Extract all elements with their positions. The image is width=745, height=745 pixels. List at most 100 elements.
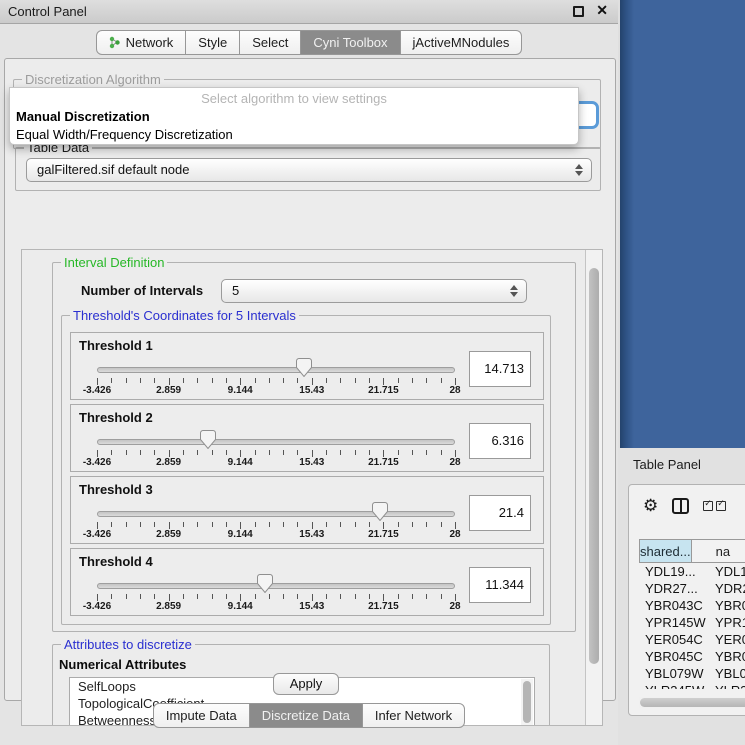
screenshot-stage: Control Panel ✕ Network Style SelectCyni T…	[0, 0, 745, 745]
control-panel-titlebar: Control Panel ✕	[0, 0, 618, 24]
threshold-3-tick-labels: -3.4262.8599.14415.4321.71528	[97, 529, 455, 541]
tab-discretize-data[interactable]: Discretize Data	[249, 703, 363, 728]
tab-label: jActiveMNodules	[413, 35, 510, 50]
column-header-name[interactable]: na	[692, 540, 745, 562]
threshold-3-slider-thumb[interactable]	[372, 502, 388, 521]
cell-shared-name[interactable]: YBR043C	[639, 597, 711, 614]
split-table-icon[interactable]	[672, 498, 689, 514]
threshold-4-slider-track[interactable]	[97, 583, 455, 589]
cell-name[interactable]: YDR2	[711, 580, 745, 597]
tab-infer-network[interactable]: Infer Network	[362, 703, 465, 728]
cell-name[interactable]: YBR0	[711, 597, 745, 614]
threshold-2-label: Threshold 2	[79, 410, 153, 425]
combo-arrows-icon	[574, 163, 583, 177]
tab-jactivemnodules[interactable]: jActiveMNodules	[400, 30, 523, 55]
threshold-3-ticks	[97, 522, 455, 529]
threshold-4-slider-thumb[interactable]	[257, 574, 273, 593]
node-table[interactable]: shared... na YDL19...YDL1YDR27...YDR2YBR…	[639, 539, 745, 689]
tab-label: Impute Data	[166, 708, 237, 723]
threshold-2-row: Threshold 2 -3.4262.8599.14415.4321.7152…	[70, 404, 544, 472]
threshold-1-ticks	[97, 378, 455, 385]
tab-impute-data[interactable]: Impute Data	[153, 703, 250, 728]
cyni-mode-tabs: Impute Data Discretize Data Infer Network	[0, 703, 618, 728]
settings-scrollpane: Interval Definition Number of Intervals …	[21, 249, 603, 726]
gear-icon[interactable]: ⚙	[643, 497, 658, 514]
table-panel-section: Table Panel ⚙ shared... na YDL19...YDL1Y…	[618, 448, 745, 745]
threshold-2-slider-thumb[interactable]	[200, 430, 216, 449]
table-row[interactable]: YBR045CYBR0	[639, 648, 745, 665]
threshold-4-row: Threshold 4 -3.4262.8599.14415.4321.7152…	[70, 548, 544, 616]
tab-network[interactable]: Network	[96, 30, 187, 55]
threshold-3-slider-track[interactable]	[97, 511, 455, 517]
table-row[interactable]: YER054CYER0	[639, 631, 745, 648]
cell-shared-name[interactable]: YDL19...	[639, 563, 711, 580]
algorithm-placeholder-item: Select algorithm to view settings	[10, 91, 578, 106]
cell-shared-name[interactable]: YBR045C	[639, 648, 711, 665]
network-view-panel: GAL80 GA C GAL11 GAL4 GCY1 H HAP2	[620, 0, 745, 448]
cell-shared-name[interactable]: YDR27...	[639, 580, 711, 597]
algorithm-dropdown-popup: Select algorithm to view settings Manual…	[9, 87, 579, 145]
table-row[interactable]: YBR043CYBR0	[639, 597, 745, 614]
column-checkboxes	[703, 501, 726, 511]
tab-style[interactable]: Style	[185, 30, 240, 55]
table-row[interactable]: YPR145WYPR1	[639, 614, 745, 631]
apply-button[interactable]: Apply	[273, 673, 339, 695]
table-horizontal-scrollbar[interactable]	[639, 697, 745, 708]
control-panel-tabs: Network Style SelectCyni Toolbox jActiveMNo…	[0, 30, 618, 55]
tab-label: Discretize Data	[262, 708, 350, 723]
threshold-3-label: Threshold 3	[79, 482, 153, 497]
table-row[interactable]: YDR27...YDR2	[639, 580, 745, 597]
float-window-icon[interactable]	[573, 6, 584, 17]
threshold-4-value-field[interactable]: 11.344	[469, 567, 531, 603]
thresholds-group: Threshold's Coordinates for 5 Intervals …	[61, 315, 551, 625]
close-icon[interactable]: ✕	[596, 2, 608, 19]
table-toolbar: ⚙	[643, 497, 726, 514]
threshold-3-value-field[interactable]: 21.4	[469, 495, 531, 531]
threshold-2-slider-track[interactable]	[97, 439, 455, 445]
tab-label: Style	[198, 35, 227, 50]
tab-label: Network	[126, 35, 174, 50]
cell-shared-name[interactable]: YLR345W	[639, 682, 711, 689]
interval-definition-title: Interval Definition	[61, 255, 167, 270]
cell-name[interactable]: YER0	[711, 631, 745, 648]
number-of-intervals-combobox[interactable]: 5	[221, 279, 527, 303]
threshold-1-row: Threshold 1 -3.4262.8599.14415.4321.7152…	[70, 332, 544, 400]
tab-cyni-toolbox[interactable]: Cyni Toolbox	[300, 30, 400, 55]
threshold-4-label: Threshold 4	[79, 554, 153, 569]
settings-vertical-scrollbar[interactable]	[585, 250, 602, 725]
checkbox-icon[interactable]	[703, 501, 713, 511]
combo-arrows-icon	[509, 284, 518, 298]
algorithm-option-equal-width[interactable]: Equal Width/Frequency Discretization	[16, 127, 233, 142]
threshold-1-slider-track[interactable]	[97, 367, 455, 373]
network-icon	[109, 36, 121, 49]
cell-name[interactable]: YBR0	[711, 648, 745, 665]
table-row[interactable]: YBL079WYBL0	[639, 665, 745, 682]
threshold-1-slider-thumb[interactable]	[296, 358, 312, 377]
threshold-2-ticks	[97, 450, 455, 457]
tab-select[interactable]: Select	[239, 30, 301, 55]
threshold-1-value-field[interactable]: 14.713	[469, 351, 531, 387]
cell-shared-name[interactable]: YBL079W	[639, 665, 711, 682]
cell-name[interactable]: YDL1	[711, 563, 745, 580]
control-panel-title: Control Panel	[8, 0, 87, 23]
algorithm-option-manual[interactable]: Manual Discretization	[16, 109, 150, 124]
threshold-4-tick-labels: -3.4262.8599.14415.4321.71528	[97, 601, 455, 613]
cell-shared-name[interactable]: YPR145W	[639, 614, 711, 631]
thresholds-group-title: Threshold's Coordinates for 5 Intervals	[70, 308, 299, 323]
cell-name[interactable]: YBL0	[711, 665, 745, 682]
table-body: YDL19...YDL1YDR27...YDR2YBR043CYBR0YPR14…	[639, 563, 745, 689]
control-panel-window: Control Panel ✕ Network Style SelectCyni T…	[0, 0, 618, 745]
column-header-shared-name[interactable]: shared...	[639, 540, 692, 562]
threshold-2-value-field[interactable]: 6.316	[469, 423, 531, 459]
cell-shared-name[interactable]: YER054C	[639, 631, 711, 648]
tab-label: Infer Network	[375, 708, 452, 723]
checkbox-icon[interactable]	[716, 501, 726, 511]
threshold-1-label: Threshold 1	[79, 338, 153, 353]
cell-name[interactable]: YPR1	[711, 614, 745, 631]
number-of-intervals-label: Number of Intervals	[81, 283, 203, 298]
discretization-algorithm-title: Discretization Algorithm	[22, 72, 164, 87]
table-data-combobox[interactable]: galFiltered.sif default node	[26, 158, 592, 182]
cell-name[interactable]: YLR3	[711, 682, 745, 689]
table-row[interactable]: YLR345WYLR3	[639, 682, 745, 689]
table-row[interactable]: YDL19...YDL1	[639, 563, 745, 580]
